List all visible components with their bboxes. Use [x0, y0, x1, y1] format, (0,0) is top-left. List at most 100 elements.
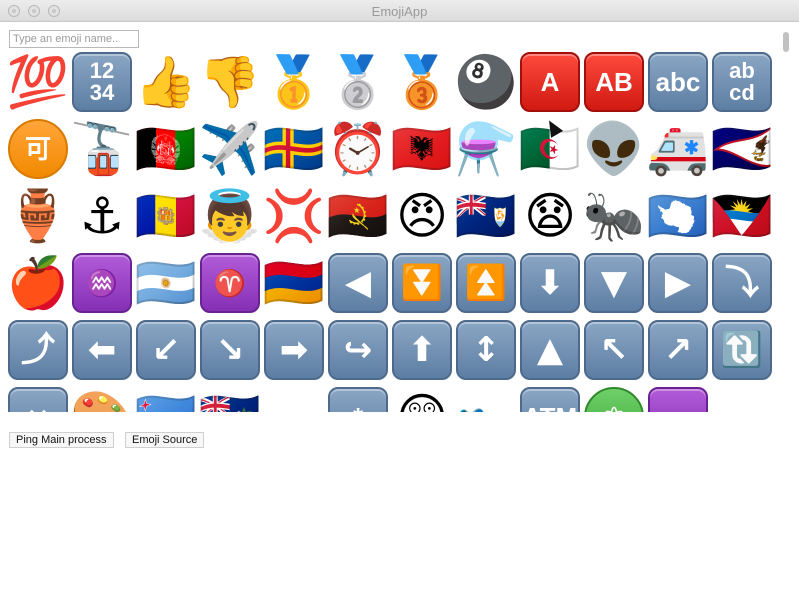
aerial-tramway-icon[interactable]: 🚡 — [70, 115, 134, 182]
downwards-button-icon[interactable]: ▼ — [582, 249, 646, 316]
flag-armenia-icon[interactable]: 🇦🇲 — [262, 249, 326, 316]
emoji-keycap: ➡ — [264, 319, 324, 380]
flag-aland-islands-icon[interactable]: 🇦🇽 — [262, 115, 326, 182]
fast-down-button-icon[interactable]: ⏬ — [390, 249, 454, 316]
flag-aruba-icon[interactable]: 🇦🇼 — [134, 383, 198, 413]
emoji-source-button[interactable]: Emoji Source — [125, 432, 205, 448]
down-arrow-icon[interactable]: ⬇ — [518, 249, 582, 316]
flag-argentina-icon[interactable]: 🇦🇷 — [134, 249, 198, 316]
a-button-blood-type-icon[interactable]: A — [518, 48, 582, 115]
first-place-medal-icon[interactable]: 🥇 — [262, 48, 326, 115]
athletic-shoe-icon[interactable]: 👟 — [454, 383, 518, 413]
emoji-glyph: 🚡 — [70, 119, 134, 178]
left-arrow-curving-right-icon[interactable]: ↪ — [326, 316, 390, 383]
right-arrow-curving-up-icon[interactable]: ⤴ — [6, 316, 70, 383]
right-arrow-icon[interactable]: ➡ — [262, 316, 326, 383]
anger-symbol-icon[interactable]: 💢 — [262, 182, 326, 249]
up-down-arrow-icon[interactable]: ↕ — [454, 316, 518, 383]
airplane-icon[interactable]: ✈️ — [198, 115, 262, 182]
atm-sign-icon[interactable]: ATM — [518, 383, 582, 412]
down-right-arrow-icon[interactable]: ↘ — [198, 316, 262, 383]
aquarius-icon[interactable]: ♒ — [70, 249, 134, 316]
emoji-keycap: abc — [648, 51, 708, 112]
astonished-face-icon[interactable]: 😲 — [390, 383, 454, 413]
upwards-button-icon[interactable]: ▲ — [518, 316, 582, 383]
aries-icon[interactable]: ♈ — [198, 249, 262, 316]
emoji-keycap-label: ⚛ — [602, 404, 625, 413]
down-left-arrow-icon[interactable]: ↙ — [134, 316, 198, 383]
emoji-keycap-label: ab cd — [729, 57, 755, 105]
flag-afghanistan-icon[interactable]: 🇦🇫 — [134, 115, 198, 182]
emoji-keycap-label: ⏬ — [400, 262, 444, 303]
baby-angel-icon[interactable]: 👼 — [198, 182, 262, 249]
scrollbar-thumb[interactable] — [783, 32, 789, 52]
art-icon[interactable]: 🎨 — [70, 383, 134, 413]
blank-icon[interactable] — [710, 383, 774, 412]
anguished-face-icon[interactable]: 😧 — [518, 182, 582, 249]
ambulance-icon[interactable]: 🚑 — [646, 115, 710, 182]
ping-main-process-button[interactable]: Ping Main process — [9, 432, 114, 448]
red-apple-icon[interactable]: 🍎 — [6, 249, 70, 316]
emoji-keycap: ⏫ — [456, 252, 516, 313]
up-left-arrow-icon[interactable]: ↖ — [582, 316, 646, 383]
purple-button-icon[interactable] — [646, 383, 710, 412]
left-right-arrow-icon[interactable]: ↔ — [6, 383, 70, 412]
clockwise-arrows-icon[interactable]: 🔃 — [710, 316, 774, 383]
emoji-grid-scrollbar[interactable] — [782, 30, 790, 410]
emoji-search-input[interactable] — [9, 30, 139, 48]
flag-american-samoa-icon[interactable]: 🇦🇸 — [710, 115, 774, 182]
alarm-clock-icon[interactable]: ⏰ — [326, 115, 390, 182]
emoji-glyph: 🥉 — [390, 52, 454, 111]
emoji-keycap: ↪ — [328, 319, 388, 380]
flag-andorra-icon[interactable]: 🇦🇩 — [134, 182, 198, 249]
flag-antarctica-icon[interactable]: 🇦🇶 — [646, 182, 710, 249]
window-title: EmojiApp — [371, 4, 428, 19]
emoji-keycap-label: ↪ — [343, 329, 373, 370]
flag-antigua-barbuda-icon[interactable]: 🇦🇬 — [710, 182, 774, 249]
asterisk-icon[interactable] — [262, 383, 326, 412]
japanese-acceptable-button-icon[interactable]: 可 — [6, 115, 70, 182]
input-latin-letters-icon[interactable]: ab cd — [710, 48, 774, 115]
flag-albania-icon[interactable]: 🇦🇱 — [390, 115, 454, 182]
atom-symbol-icon[interactable]: ⚛ — [582, 383, 646, 412]
emoji-keycap: ⬅ — [72, 319, 132, 380]
angry-face-icon[interactable]: 😠 — [390, 182, 454, 249]
emoji-keycap-label: A — [540, 66, 560, 97]
second-place-medal-icon[interactable]: 🥈 — [326, 48, 390, 115]
emoji-keycap: ▼ — [584, 252, 644, 313]
fast-up-button-icon[interactable]: ⏫ — [454, 249, 518, 316]
emoji-keycap-label: 🔃 — [720, 329, 764, 370]
flag-angola-icon[interactable]: 🇦🇴 — [326, 182, 390, 249]
up-right-arrow-icon[interactable]: ↗ — [646, 316, 710, 383]
emoji-glyph: ⏰ — [326, 119, 390, 178]
emoji-glyph: 😲 — [396, 392, 448, 413]
right-arrow-curving-down-icon[interactable]: ⤵ — [710, 249, 774, 316]
left-arrow-icon[interactable]: ⬅ — [70, 316, 134, 383]
astonished-icon[interactable]: * — [326, 383, 390, 412]
input-numbers-icon[interactable]: 12 34 — [70, 48, 134, 115]
emoji-glyph: 🇦🇩 — [134, 186, 198, 245]
emoji-glyph: 👽 — [582, 119, 646, 178]
thumbs-down-icon[interactable]: 👎 — [198, 48, 262, 115]
alembic-icon[interactable]: ⚗️ — [454, 115, 518, 182]
up-arrow-icon[interactable]: ⬆ — [390, 316, 454, 383]
thumbs-up-icon[interactable]: 👍 — [134, 48, 198, 115]
reverse-button-icon[interactable]: ◀ — [326, 249, 390, 316]
flag-anguilla-icon[interactable]: 🇦🇮 — [454, 182, 518, 249]
emoji-glyph: 💢 — [262, 186, 326, 245]
emoji-glyph: 🇦🇶 — [646, 186, 710, 245]
emoji-keycap-label: ▼ — [600, 262, 628, 303]
emoji-keycap: * — [328, 386, 388, 412]
third-place-medal-icon[interactable]: 🥉 — [390, 48, 454, 115]
input-latin-lowercase-icon[interactable]: abc — [646, 48, 710, 115]
ant-icon[interactable]: 🐜 — [582, 182, 646, 249]
hundred-points-icon[interactable]: 💯 — [6, 48, 70, 115]
amphora-icon[interactable]: 🏺 — [6, 182, 70, 249]
anchor-icon[interactable]: ⚓ — [70, 182, 134, 249]
pool-8-ball-icon[interactable]: 🎱 — [454, 48, 518, 115]
emoji-keycap-label: ↕ — [471, 329, 501, 370]
flag-ascension-icon[interactable]: 🇦🇨 — [198, 383, 262, 413]
ab-button-blood-type-icon[interactable]: AB — [582, 48, 646, 115]
alien-icon[interactable]: 👽 — [582, 115, 646, 182]
play-button-icon[interactable]: ▶ — [646, 249, 710, 316]
